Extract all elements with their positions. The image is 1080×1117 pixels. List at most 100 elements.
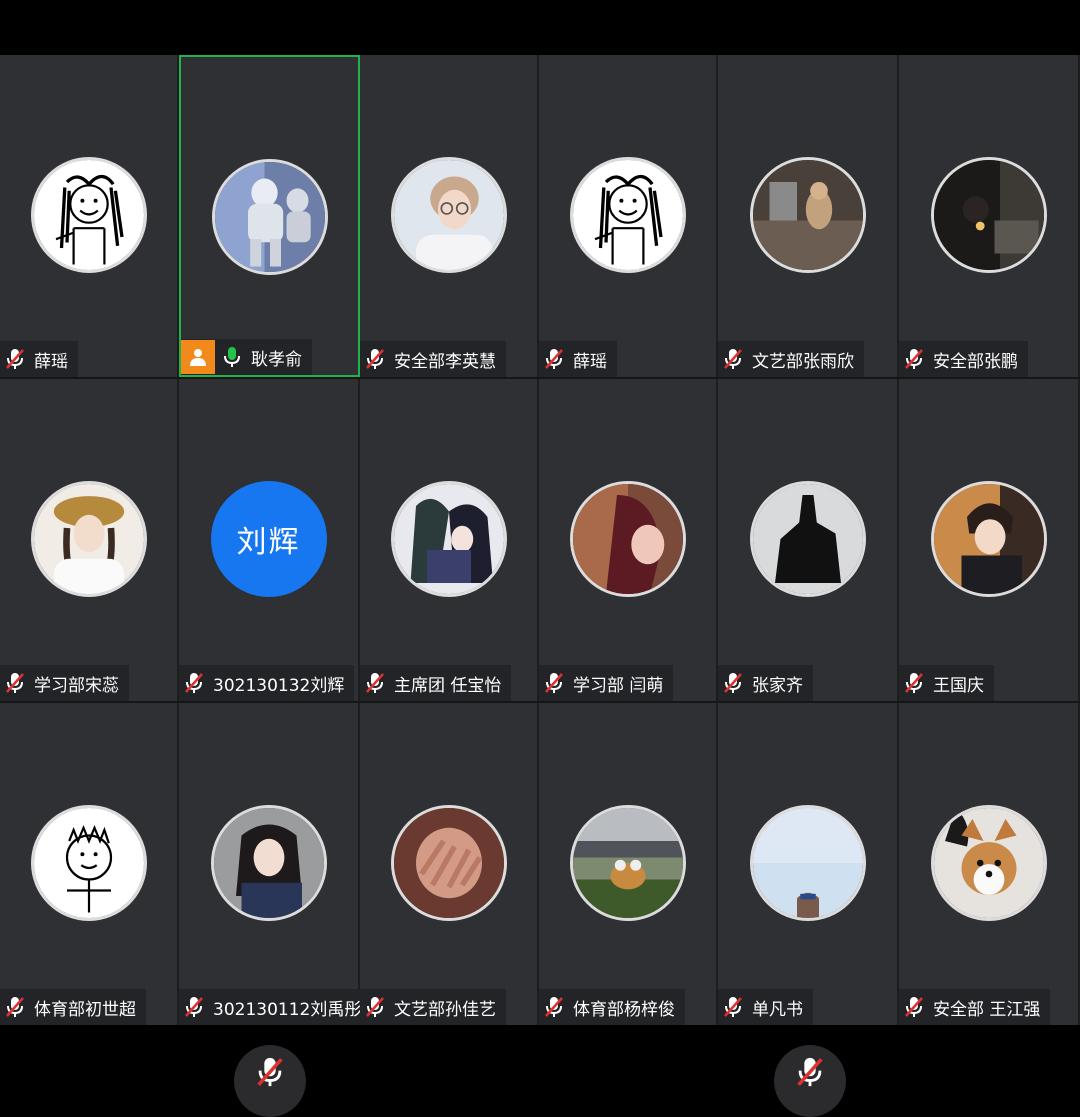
participant-name-tag: 单凡书 xyxy=(718,989,813,1025)
participant-grid: 薛瑶 耿孝俞 安全部李英慧 薛瑶 文艺部张雨欣 安全部张鹏 学习部宋蕊 刘辉 3… xyxy=(0,55,1080,1025)
silhouette-photo xyxy=(752,484,863,594)
mic-muted-icon xyxy=(724,349,742,369)
girl-hat-photo xyxy=(33,484,144,594)
host-badge-icon xyxy=(181,340,215,374)
participant-name-tag: 302130112刘禹彤 xyxy=(179,989,372,1025)
mic-muted-icon xyxy=(185,673,203,693)
avatar xyxy=(569,805,686,921)
participant-name: 安全部李英慧 xyxy=(394,351,496,372)
cat-photo xyxy=(752,160,863,270)
participant-tile[interactable]: 王国庆 xyxy=(899,379,1080,701)
corgi-photo xyxy=(933,808,1044,918)
participant-name: 薛瑶 xyxy=(34,351,68,372)
dog-car-photo xyxy=(572,808,683,918)
avatar xyxy=(390,157,507,273)
participant-tile[interactable]: 主席团 任宝怡 xyxy=(360,379,539,701)
sky-tower-photo xyxy=(752,808,863,918)
participant-tile[interactable]: 文艺部孙佳艺 xyxy=(360,703,539,1025)
participant-name-tag: 耿孝俞 xyxy=(181,339,312,375)
participant-name: 体育部杨梓俊 xyxy=(573,999,675,1020)
astronaut-photo xyxy=(214,162,325,272)
avatar xyxy=(930,157,1047,273)
avatar xyxy=(211,159,328,275)
participant-name: 主席团 任宝怡 xyxy=(394,675,502,696)
participant-tile[interactable]: 学习部宋蕊 xyxy=(0,379,179,701)
participant-tile-active-speaker[interactable]: 耿孝俞 xyxy=(179,55,360,377)
avatar xyxy=(390,805,507,921)
mic-muted-icon xyxy=(545,349,563,369)
participant-name-tag: 薛瑶 xyxy=(0,341,78,377)
mic-muted-icon xyxy=(366,997,384,1017)
participant-name-tag: 302130132刘辉 xyxy=(179,665,355,701)
participant-name: 耿孝俞 xyxy=(251,349,302,370)
mic-muted-icon xyxy=(905,673,923,693)
participant-tile[interactable]: 刘辉 302130132刘辉 xyxy=(179,379,360,701)
avatar xyxy=(569,157,686,273)
participant-name: 文艺部孙佳艺 xyxy=(394,999,496,1020)
participant-name: 学习部 闫萌 xyxy=(573,675,664,696)
avatar xyxy=(749,805,866,921)
participant-name-tag: 文艺部孙佳艺 xyxy=(360,989,506,1025)
participant-tile[interactable]: 张家齐 xyxy=(718,379,899,701)
participant-tile[interactable]: 体育部初世超 xyxy=(0,703,179,1025)
participant-name-tag: 学习部 闫萌 xyxy=(539,665,674,701)
participant-name-tag: 体育部初世超 xyxy=(0,989,146,1025)
doodle-girl-icon xyxy=(572,160,683,270)
bottom-control-bar xyxy=(0,1025,1080,1117)
mic-muted-icon xyxy=(6,997,24,1017)
mute-toggle-button-2[interactable] xyxy=(774,1045,846,1117)
participant-name-tag: 体育部杨梓俊 xyxy=(539,989,685,1025)
participant-name-tag: 主席团 任宝怡 xyxy=(360,665,512,701)
hands-face-photo xyxy=(393,808,504,918)
avatar xyxy=(749,481,866,597)
participant-tile[interactable]: 薛瑶 xyxy=(0,55,179,377)
participant-tile[interactable]: 302130112刘禹彤 xyxy=(179,703,372,1025)
participant-name: 体育部初世超 xyxy=(34,999,136,1020)
mic-muted-icon xyxy=(905,349,923,369)
participant-name: 单凡书 xyxy=(752,999,803,1020)
participant-tile[interactable]: 安全部李英慧 xyxy=(360,55,539,377)
participant-name-tag: 安全部张鹏 xyxy=(899,341,1028,377)
avatar xyxy=(210,805,327,921)
participant-name: 安全部张鹏 xyxy=(933,351,1018,372)
participant-name-tag: 安全部李英慧 xyxy=(360,341,506,377)
girl-portrait-photo xyxy=(213,808,324,918)
participant-name: 302130132刘辉 xyxy=(213,675,345,696)
participant-name: 安全部 王江强 xyxy=(933,999,1041,1020)
participant-name-tag: 学习部宋蕊 xyxy=(0,665,129,701)
participant-name-tag: 安全部 王江强 xyxy=(899,989,1051,1025)
mic-on-icon xyxy=(224,347,240,367)
participant-name-tag: 薛瑶 xyxy=(539,341,617,377)
mic-muted-icon xyxy=(185,997,203,1017)
participant-tile[interactable]: 文艺部张雨欣 xyxy=(718,55,899,377)
participant-name: 文艺部张雨欣 xyxy=(752,351,854,372)
mic-muted-icon xyxy=(6,349,24,369)
participant-tile[interactable]: 安全部张鹏 xyxy=(899,55,1080,377)
avatar xyxy=(930,481,1047,597)
participant-name: 学习部宋蕊 xyxy=(34,675,119,696)
doodle-boy-icon xyxy=(33,808,144,918)
anime-photo xyxy=(393,484,504,594)
participant-tile[interactable]: 学习部 闫萌 xyxy=(539,379,718,701)
participant-tile[interactable]: 单凡书 xyxy=(718,703,899,1025)
avatar xyxy=(30,805,147,921)
avatar xyxy=(30,157,147,273)
avatar xyxy=(569,481,686,597)
avatar xyxy=(30,481,147,597)
mic-muted-icon xyxy=(905,997,923,1017)
avatar xyxy=(749,157,866,273)
mic-muted-icon xyxy=(797,1057,823,1087)
avatar xyxy=(930,805,1047,921)
participant-tile[interactable]: 安全部 王江强 xyxy=(899,703,1080,1025)
text-avatar: 刘辉 xyxy=(210,481,327,597)
participant-name: 王国庆 xyxy=(933,675,984,696)
mute-toggle-button[interactable] xyxy=(234,1045,306,1117)
participant-name: 张家齐 xyxy=(752,675,803,696)
participant-name: 302130112刘禹彤 xyxy=(213,999,362,1020)
top-bar xyxy=(0,0,1080,55)
doodle-girl-icon xyxy=(33,160,144,270)
night-street-photo xyxy=(933,160,1044,270)
participant-tile[interactable]: 薛瑶 xyxy=(539,55,718,377)
participant-tile[interactable]: 体育部杨梓俊 xyxy=(539,703,718,1025)
participant-name-tag: 王国庆 xyxy=(899,665,994,701)
